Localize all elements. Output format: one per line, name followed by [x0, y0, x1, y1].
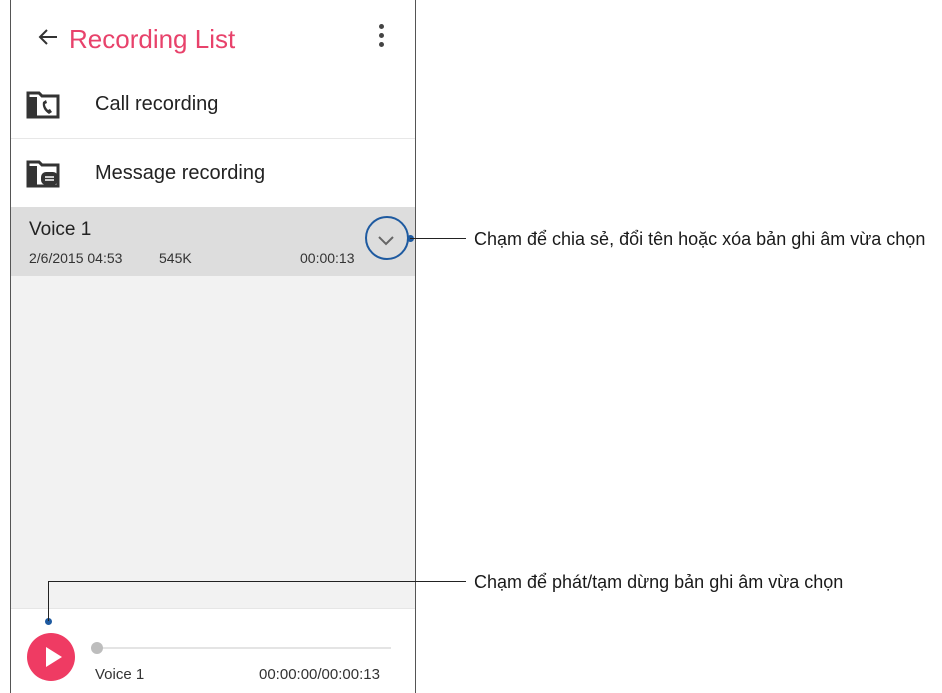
folder-label: Message recording — [95, 162, 266, 184]
recording-name: Voice 1 — [29, 219, 92, 240]
play-button[interactable] — [27, 633, 75, 681]
call-folder-icon — [26, 91, 60, 119]
play-icon — [46, 647, 62, 667]
folder-call-recording[interactable]: Call recording — [11, 70, 415, 138]
arrow-left-icon — [38, 29, 57, 45]
progress-thumb[interactable] — [91, 642, 103, 654]
player-time: 00:00:00/00:00:13 — [259, 666, 380, 683]
folder-message-recording[interactable]: Message recording — [11, 138, 415, 207]
recording-list-item[interactable]: Voice 1 2/6/2015 04:53 545K 00:00:13 — [11, 207, 415, 276]
folder-label: Call recording — [95, 93, 219, 115]
callout-play-text: Chạm để phát/tạm dừng bản ghi âm vừa chọ… — [474, 572, 844, 592]
back-button[interactable] — [37, 26, 59, 48]
callout-expand-text: Chạm để chia sẻ, đổi tên hoặc xóa bản gh… — [474, 229, 926, 249]
more-vert-icon — [378, 24, 384, 29]
progress-track[interactable] — [95, 647, 391, 649]
callout-line — [410, 238, 466, 239]
recording-date: 2/6/2015 04:53 — [29, 250, 123, 266]
recording-size: 545K — [159, 250, 192, 266]
message-folder-icon — [26, 160, 60, 188]
callout-line — [48, 581, 49, 621]
page-title: Recording List — [69, 24, 236, 54]
player-recording-name: Voice 1 — [95, 666, 145, 683]
callout-line — [48, 581, 466, 582]
recording-duration: 00:00:13 — [300, 250, 355, 266]
callout-highlight-circle — [365, 216, 409, 260]
player-bar: Voice 1 00:00:00/00:00:13 — [11, 608, 415, 693]
recorder-screen: Recording List Call recording Message re… — [10, 0, 416, 693]
overflow-menu-button[interactable] — [375, 24, 387, 52]
app-bar: Recording List — [11, 0, 415, 70]
